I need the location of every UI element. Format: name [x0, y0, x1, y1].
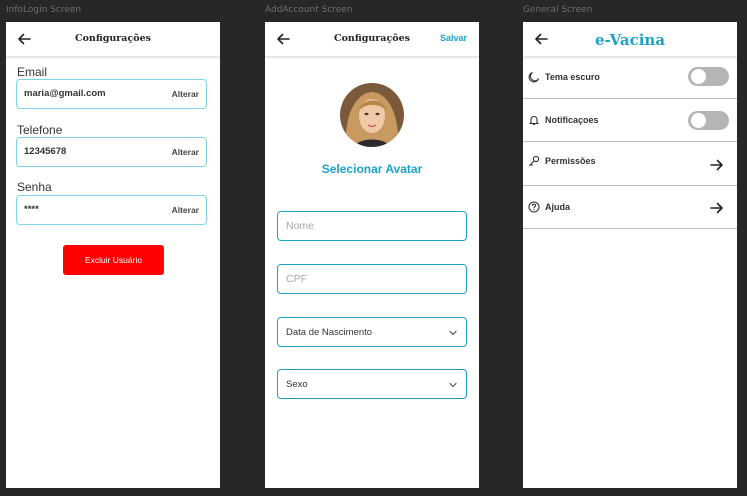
app-bar: Configurações — [6, 22, 220, 57]
setting-dark-theme[interactable]: Tema escuro — [523, 57, 737, 99]
setting-notifications[interactable]: Notificaçoes — [523, 99, 737, 142]
notifications-toggle[interactable] — [688, 111, 729, 130]
arrow-right-icon[interactable] — [709, 200, 725, 216]
notifications-label: Notificaçoes — [545, 115, 599, 125]
avatar[interactable] — [340, 83, 404, 147]
password-field[interactable]: **** Alterar — [16, 195, 207, 225]
frame-title-general: General Screen — [523, 5, 593, 15]
password-label: Senha — [17, 180, 52, 194]
permissions-label: Permissões — [545, 156, 596, 166]
help-label: Ajuda — [545, 202, 571, 212]
sex-label: Sexo — [286, 379, 308, 390]
addaccount-screen: Configurações Salvar Selecionar Avatar N… — [265, 22, 479, 488]
toggle-knob — [691, 113, 706, 128]
bell-icon — [529, 116, 539, 126]
change-email-button[interactable]: Alterar — [172, 89, 199, 99]
frame-title-infologin: InfoLogin Screen — [6, 5, 82, 15]
email-value: maria@gmail.com — [24, 88, 106, 99]
phone-label: Telefone — [17, 123, 63, 137]
phone-field[interactable]: 12345678 Alterar — [16, 137, 207, 167]
help-icon — [528, 201, 540, 213]
chevron-down-icon — [449, 330, 457, 336]
general-screen: e-Vacina Tema escuro Notificaçoes Permis… — [523, 22, 737, 488]
email-label: Email — [17, 65, 48, 79]
password-value: **** — [24, 204, 39, 215]
dark-theme-toggle[interactable] — [688, 67, 729, 86]
cpf-placeholder: CPF — [286, 273, 307, 285]
infologin-screen: Configurações Email maria@gmail.com Alte… — [6, 22, 220, 488]
save-button[interactable]: Salvar — [440, 33, 467, 43]
frame-title-addaccount: AddAccount Screen — [265, 5, 353, 15]
cpf-input[interactable]: CPF — [277, 264, 467, 294]
app-bar: e-Vacina — [523, 22, 737, 57]
setting-help[interactable]: Ajuda — [523, 186, 737, 229]
change-password-button[interactable]: Alterar — [172, 205, 199, 215]
name-input[interactable]: Nome — [277, 211, 467, 241]
change-phone-button[interactable]: Alterar — [172, 147, 199, 157]
phone-value: 12345678 — [24, 146, 67, 157]
birth-date-select[interactable]: Data de Nascimento — [277, 317, 467, 347]
name-placeholder: Nome — [286, 220, 315, 232]
key-icon — [528, 155, 540, 167]
chevron-down-icon — [449, 382, 457, 388]
delete-user-button[interactable]: Excluir Usuário — [63, 245, 164, 275]
email-field[interactable]: maria@gmail.com Alterar — [16, 79, 207, 109]
toggle-knob — [691, 69, 706, 84]
moon-icon — [528, 71, 540, 83]
app-bar: Configurações Salvar — [265, 22, 479, 57]
arrow-right-icon[interactable] — [709, 157, 725, 173]
select-avatar-button[interactable]: Selecionar Avatar — [265, 162, 479, 176]
birth-date-label: Data de Nascimento — [286, 327, 373, 338]
page-title: Configurações — [75, 33, 151, 44]
app-logo-text: e-Vacina — [594, 31, 666, 49]
sex-select[interactable]: Sexo — [277, 369, 467, 399]
dark-theme-label: Tema escuro — [545, 72, 600, 82]
setting-permissions[interactable]: Permissões — [523, 142, 737, 186]
